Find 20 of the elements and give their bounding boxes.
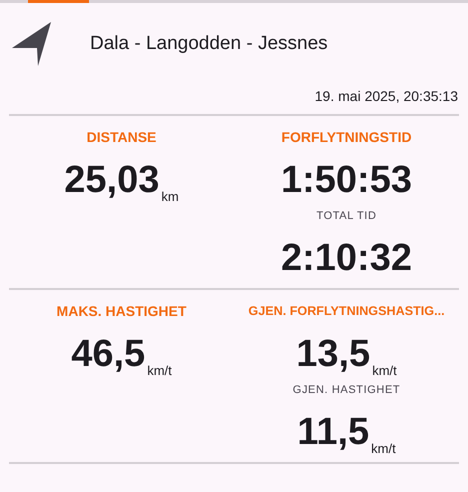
stat-label: TOTAL TID	[316, 210, 376, 224]
stat-value: 1:50:53	[281, 158, 412, 202]
navigation-arrow-icon	[12, 22, 54, 66]
stat-heading: FORFLYTNINGSTID	[281, 128, 412, 147]
unit-label: km/t	[372, 363, 397, 378]
stat-label: GJEN. HASTIGHET	[292, 384, 400, 398]
stat-heading: DISTANSE	[86, 128, 156, 147]
track-date: 19. mai 2025, 20:35:13	[314, 88, 458, 104]
stat-value: 2:10:32	[281, 236, 412, 280]
track-title: Dala - Langodden - Jessnes	[90, 33, 328, 55]
tab-indicator	[28, 0, 89, 3]
unit-label: km/t	[147, 363, 172, 378]
stat-value: 25,03	[64, 158, 160, 202]
stat-value: 46,5	[71, 332, 146, 376]
stat-value: 13,5	[296, 332, 370, 376]
unit-label: km/t	[371, 441, 396, 456]
stat-heading: MAKS. HASTIGHET	[56, 302, 186, 321]
stat-heading: GJEN. FORFLYTNINGSHASTIG...	[248, 303, 445, 320]
stat-value: 11,5	[297, 410, 370, 454]
unit-label: km	[161, 189, 179, 204]
